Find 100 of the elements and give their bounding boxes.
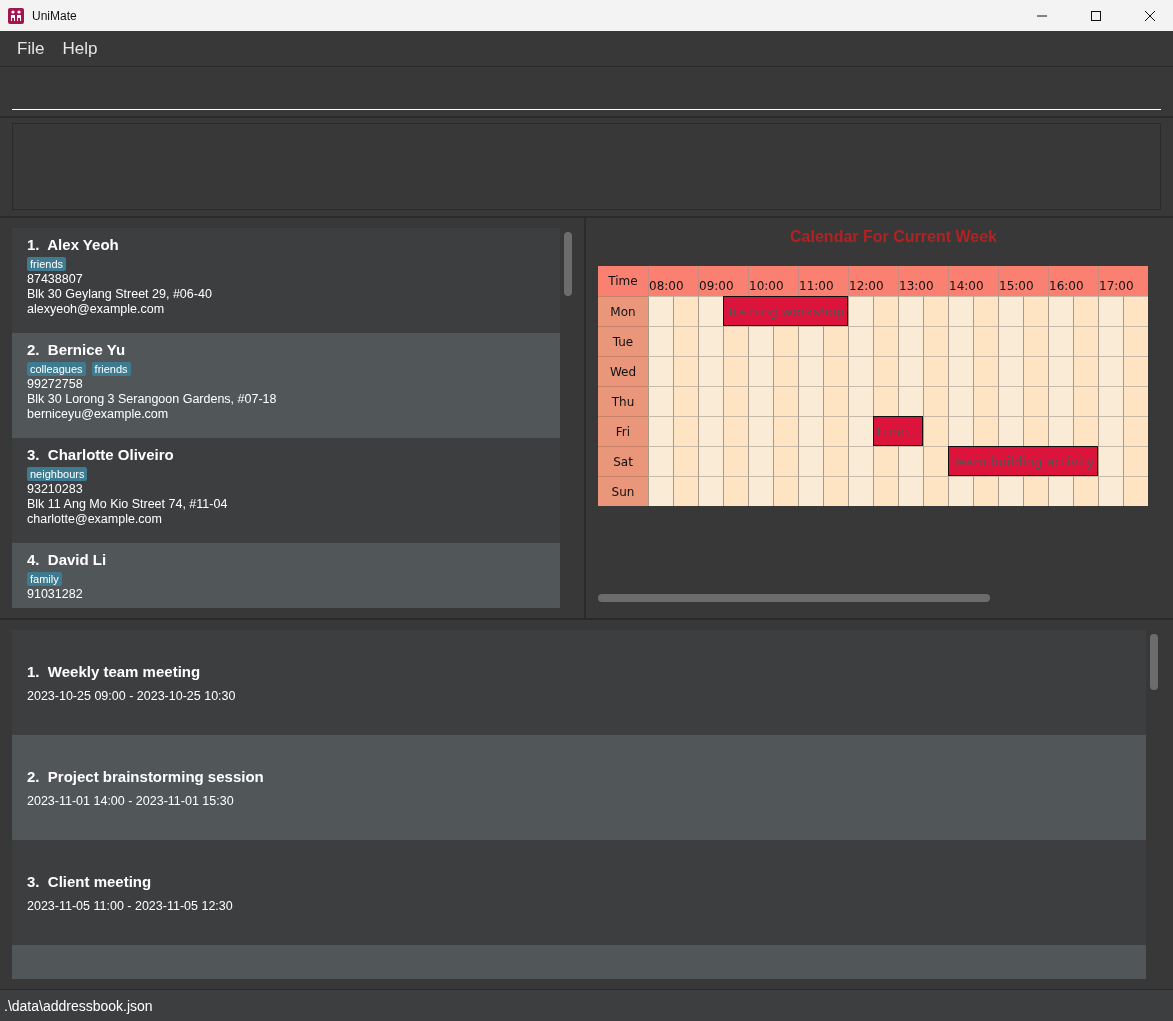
calendar-cell (998, 476, 1023, 506)
calendar-cell (698, 356, 723, 386)
calendar-cell (1098, 296, 1123, 326)
day-header: Sun (598, 476, 648, 506)
calendar-cell (1098, 476, 1123, 506)
calendar-cell (823, 326, 848, 356)
person-card[interactable]: 1. Alex Yeoh friends 87438807 Blk 30 Geylang Street 29, #06-40 alexyeoh@example.com (12, 228, 560, 333)
calendar-cell (998, 386, 1023, 416)
calendar-cell (723, 416, 748, 446)
calendar-cell (1023, 296, 1048, 326)
calendar-cell (873, 326, 898, 356)
event-card[interactable]: 3. Client meeting 2023-11-05 11:00 - 2023-11-05 12:30 (12, 840, 1146, 945)
hour-header: 16:00 (1048, 266, 1098, 296)
day-header: Wed (598, 356, 648, 386)
person-card[interactable]: 3. Charlotte Oliveiro neighbours 93210283 Blk 11 Ang Mo Kio Street 74, #11-04 charlotte@example.com (12, 438, 560, 543)
hour-header: 08:00 (648, 266, 698, 296)
calendar-cell (673, 476, 698, 506)
event-name: 2. Project brainstorming session (27, 767, 265, 785)
calendar-cell (1123, 326, 1148, 356)
scrollbar-thumb[interactable] (598, 594, 990, 602)
calendar-cell (1073, 326, 1098, 356)
calendar-cell (948, 296, 973, 326)
event-name: 1. Weekly team meeting (27, 662, 202, 680)
calendar-cell (848, 446, 873, 476)
calendar-cell (798, 416, 823, 446)
menu-item[interactable]: Help (53, 38, 107, 59)
calendar-cell (673, 386, 698, 416)
event-card[interactable]: 2. Project brainstorming session 2023-11-01 14:00 - 2023-11-01 15:30 (12, 735, 1146, 840)
tag: neighbours (27, 467, 88, 481)
calendar-cell (723, 476, 748, 506)
calendar-cell (1023, 476, 1048, 506)
calendar-cell (973, 416, 998, 446)
calendar-cell (973, 296, 998, 326)
calendar-cell (998, 296, 1023, 326)
scrollbar-thumb[interactable] (564, 232, 572, 296)
calendar-cell (773, 386, 798, 416)
calendar-cell (948, 416, 973, 446)
calendar-cell (648, 446, 673, 476)
email-text: alexyeoh@example.com (27, 302, 166, 316)
calendar-cell (1123, 356, 1148, 386)
calendar-cell (898, 386, 923, 416)
calendar-cell (823, 386, 848, 416)
person-card[interactable]: 4. David Li family 91031282 (12, 543, 560, 608)
calendar-cell (823, 476, 848, 506)
calendar-cell (698, 476, 723, 506)
calendar-cell (973, 476, 998, 506)
calendar-cell (873, 446, 898, 476)
hour-header: 10:00 (748, 266, 798, 296)
calendar-cell (973, 356, 998, 386)
app-logo-icon (8, 7, 24, 24)
calendar-cell (973, 326, 998, 356)
calendar-cell (1123, 476, 1148, 506)
email-text: berniceyu@example.com (27, 407, 170, 421)
tag: colleagues (27, 362, 86, 376)
calendar-cell (748, 386, 773, 416)
event-time: 2023-11-01 14:00 - 2023-11-01 15:30 (27, 793, 235, 808)
calendar-cell (798, 446, 823, 476)
calendar-cell (1048, 416, 1073, 446)
calendar-cell (848, 326, 873, 356)
calendar-cell (1073, 416, 1098, 446)
calendar-cell (823, 356, 848, 386)
calendar-cell (1048, 386, 1073, 416)
person-card[interactable]: 2. Bernice Yu colleagues friends 99272758 Blk 30 Lorong 3 Serangoon Gardens, #07-18 berniceyu@example.com (12, 333, 560, 438)
calendar-cell (1073, 356, 1098, 386)
time-header: Time (598, 266, 648, 296)
calendar-cell (698, 446, 723, 476)
calendar-cell (1048, 296, 1073, 326)
person-name: 2. Bernice Yu (27, 341, 127, 358)
hour-header: 09:00 (698, 266, 748, 296)
menu-item[interactable]: File (8, 38, 54, 59)
calendar-cell (648, 416, 673, 446)
calendar-cell (923, 446, 948, 476)
calendar-cell (848, 386, 873, 416)
window-title: UniMate (32, 8, 78, 23)
calendar-cell (923, 356, 948, 386)
tag: friends (91, 362, 131, 376)
calendar-cell (698, 386, 723, 416)
address-text: Blk 30 Geylang Street 29, #06-40 (27, 287, 213, 301)
calendar-cell (898, 476, 923, 506)
calendar-cell (773, 416, 798, 446)
calendar-cell (748, 326, 773, 356)
day-header: Thu (598, 386, 648, 416)
calendar-cell (898, 326, 923, 356)
calendar-cell (1023, 386, 1048, 416)
scrollbar-thumb[interactable] (1150, 634, 1158, 690)
calendar-cell (1023, 326, 1048, 356)
event-card[interactable]: 1. Weekly team meeting 2023-10-25 09:00 - 2023-10-25 10:30 (12, 630, 1146, 735)
calendar-cell (873, 356, 898, 386)
calendar-cell (648, 386, 673, 416)
calendar-cell (923, 386, 948, 416)
day-header: Tue (598, 326, 648, 356)
calendar-cell (823, 416, 848, 446)
calendar-cell (873, 476, 898, 506)
email-text: charlotte@example.com (27, 512, 163, 526)
calendar-cell (698, 296, 723, 326)
calendar-cell (1048, 476, 1073, 506)
calendar-cell (673, 356, 698, 386)
event-time: 2023-11-05 11:00 - 2023-11-05 12:30 (27, 898, 234, 913)
person-name: 4. David Li (27, 551, 108, 568)
calendar-cell (873, 296, 898, 326)
